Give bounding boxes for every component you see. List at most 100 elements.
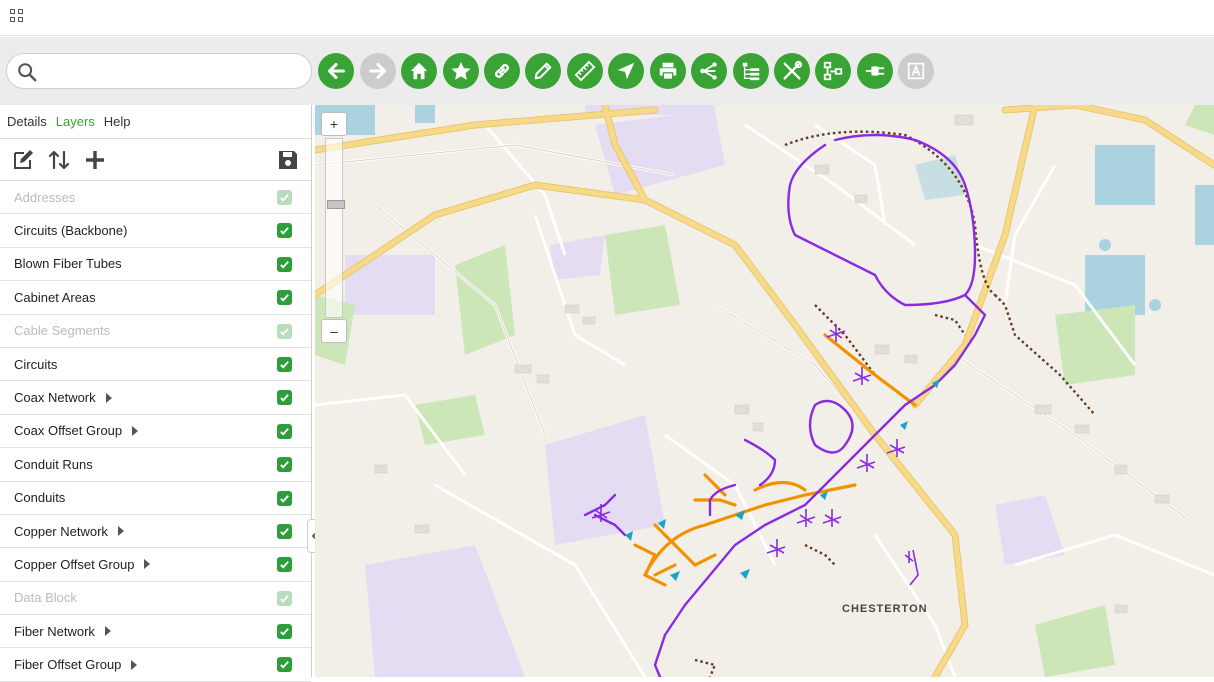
place-label: CHESTERTON <box>842 603 928 615</box>
ruler-icon <box>574 60 596 82</box>
map-canvas[interactable] <box>315 105 1214 677</box>
layer-row[interactable]: Cable Segments <box>0 315 311 348</box>
layer-list: Addresses Circuits (Backbone) Blown Fiber … <box>0 181 311 682</box>
layer-row[interactable]: Conduit Runs <box>0 448 311 482</box>
tab-details[interactable]: Details <box>7 114 47 129</box>
checkmark-icon <box>280 194 289 202</box>
expand-arrow-icon[interactable] <box>104 626 111 637</box>
layer-visibility-checkbox[interactable] <box>277 223 292 239</box>
layer-row[interactable]: Addresses <box>0 181 311 215</box>
checkmark-icon <box>280 394 289 402</box>
expand-arrow-icon[interactable] <box>117 526 124 537</box>
checkmark-icon <box>280 461 289 469</box>
tree-list-icon <box>742 62 760 81</box>
link-button[interactable] <box>484 53 520 89</box>
layer-row[interactable]: Blown Fiber Tubes <box>0 248 311 282</box>
plug-button[interactable] <box>857 53 893 89</box>
forward-button[interactable] <box>360 53 396 89</box>
search-box[interactable] <box>6 53 312 89</box>
zoom-control: + – <box>321 112 347 343</box>
tree-list-button[interactable] <box>733 53 769 89</box>
layer-label: Fiber Offset Group <box>14 657 122 673</box>
checkmark-icon <box>280 327 289 336</box>
layer-label: Coax Offset Group <box>14 423 123 439</box>
tab-help[interactable]: Help <box>104 114 131 129</box>
layer-row[interactable]: Conduits <box>0 482 311 515</box>
layer-row[interactable]: Coax Network <box>0 381 311 415</box>
layer-visibility-checkbox[interactable] <box>277 290 292 306</box>
expand-arrow-icon[interactable] <box>132 425 139 436</box>
sort-icon[interactable] <box>47 148 71 172</box>
layer-row[interactable]: Cabinet Areas <box>0 281 311 315</box>
layer-label: Copper Offset Group <box>14 556 135 572</box>
expand-arrow-icon[interactable] <box>131 659 138 670</box>
layer-label: Conduit Runs <box>14 456 93 472</box>
layer-visibility-checkbox[interactable] <box>277 390 292 406</box>
checkmark-icon <box>280 594 289 603</box>
back-button[interactable] <box>318 53 354 89</box>
favorites-button[interactable] <box>443 53 479 89</box>
layer-visibility-checkbox[interactable] <box>277 590 292 606</box>
layer-row[interactable]: Coax Offset Group <box>0 415 311 449</box>
layer-visibility-checkbox[interactable] <box>277 423 292 439</box>
expand-arrow-icon[interactable] <box>105 392 112 403</box>
layer-visibility-checkbox[interactable] <box>277 557 292 573</box>
apps-grid-icon[interactable] <box>10 9 24 23</box>
layer-row[interactable]: Data Block <box>0 582 311 616</box>
layer-row[interactable]: Copper Offset Group <box>0 548 311 582</box>
zoom-slider-track[interactable] <box>325 138 343 318</box>
plug-icon <box>865 66 885 76</box>
zoom-out-button[interactable]: – <box>321 319 347 343</box>
layer-row[interactable]: Fiber Network <box>0 615 311 649</box>
layer-label: Circuits (Backbone) <box>14 223 128 239</box>
layer-label: Copper Network <box>14 523 108 539</box>
zoom-in-button[interactable]: + <box>321 112 347 136</box>
expand-arrow-icon[interactable] <box>144 559 151 570</box>
layer-visibility-checkbox[interactable] <box>277 657 292 673</box>
layer-visibility-checkbox[interactable] <box>277 190 292 205</box>
tools-button[interactable] <box>774 53 810 89</box>
share-button[interactable] <box>691 53 727 89</box>
layer-row[interactable]: Circuits (Backbone) <box>0 214 311 248</box>
home-button[interactable] <box>401 53 437 89</box>
layer-visibility-checkbox[interactable] <box>277 256 292 272</box>
layer-visibility-checkbox[interactable] <box>277 457 292 473</box>
zoom-slider-thumb[interactable] <box>327 200 345 209</box>
pencil-icon <box>534 62 552 80</box>
tab-layers[interactable]: Layers <box>56 114 95 129</box>
layer-label: Addresses <box>14 189 76 205</box>
checkmark-icon <box>280 528 289 536</box>
print-button[interactable] <box>650 53 686 89</box>
layer-row[interactable]: Circuits <box>0 348 311 382</box>
text-tool-icon <box>907 62 925 80</box>
checkmark-icon <box>280 227 289 235</box>
arrow-left-icon <box>328 63 345 79</box>
checkmark-icon <box>280 427 289 436</box>
save-icon[interactable] <box>276 148 300 172</box>
layer-visibility-checkbox[interactable] <box>277 624 292 640</box>
layer-visibility-checkbox[interactable] <box>277 523 292 539</box>
panel-tabs: Details Layers Help <box>0 105 311 139</box>
edit-button[interactable] <box>525 53 561 89</box>
checkmark-icon <box>280 361 289 369</box>
search-icon[interactable] <box>16 61 38 83</box>
toolbar <box>0 37 1214 105</box>
measure-button[interactable] <box>567 53 603 89</box>
tools-icon <box>783 60 803 80</box>
navigate-icon <box>617 62 635 80</box>
layer-visibility-checkbox[interactable] <box>277 323 292 339</box>
edit-icon[interactable] <box>11 148 35 172</box>
layer-visibility-checkbox[interactable] <box>277 490 292 506</box>
layer-row[interactable]: Copper Network <box>0 515 311 549</box>
layer-label: Data Block <box>14 590 77 606</box>
checkmark-icon <box>280 661 289 670</box>
layer-label: Cabinet Areas <box>14 289 96 305</box>
navigate-button[interactable] <box>608 53 644 89</box>
add-icon[interactable] <box>83 148 107 172</box>
text-tool-button[interactable] <box>898 53 934 89</box>
arrow-right-icon <box>369 63 386 79</box>
network-diagram-button[interactable] <box>815 53 851 89</box>
layer-visibility-checkbox[interactable] <box>277 356 292 372</box>
map-view[interactable]: + – CHESTERTON <box>315 105 1214 677</box>
search-input[interactable] <box>47 62 297 82</box>
